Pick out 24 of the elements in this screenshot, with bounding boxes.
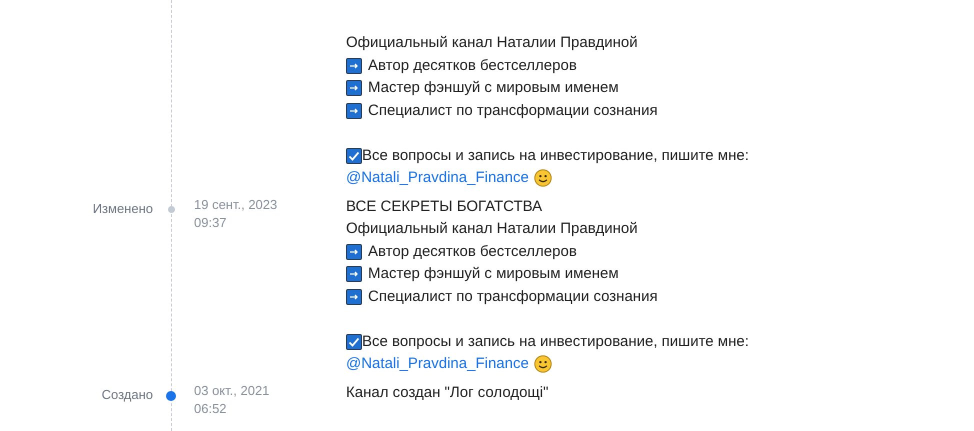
description-text: ВСЕ СЕКРЕТЫ БОГАТСТВА: [346, 196, 542, 216]
description-text: Специалист по трансформации сознания: [368, 100, 658, 120]
description-text: Канал создан "Лог солодощі": [346, 382, 548, 402]
event-date: 03 окт., 2021: [194, 382, 270, 400]
description-text: Все вопросы и запись на инвестирование, пишите мне:: [362, 332, 749, 352]
smiley-icon: [534, 169, 552, 188]
description-text: Все вопросы и запись на инвестирование, пишите мне:: [362, 146, 749, 166]
description-text: Официальный канал Наталии Правдиной: [346, 219, 638, 239]
description-text: Мастер фэншуй с мировым именем: [368, 78, 619, 98]
username-link[interactable]: @Natali_Pravdina_Finance: [346, 353, 529, 376]
description-text: Специалист по трансформации сознания: [368, 286, 658, 306]
event-time: 06:52: [194, 400, 228, 418]
description-text: Автор десятков бестселлеров: [368, 56, 577, 76]
event-label: Создано: [102, 386, 153, 402]
description-text: Автор десятков бестселлеров: [368, 242, 577, 262]
description-text: Официальный канал Наталии Правдиной: [346, 33, 638, 53]
checkmark-icon: [346, 334, 362, 350]
username-link[interactable]: @Natali_Pravdina_Finance: [346, 167, 529, 190]
event-label: Изменено: [92, 200, 153, 216]
event-time: 09:37: [194, 214, 228, 232]
event-date: 19 сент., 2023: [194, 196, 278, 214]
smiley-icon: [534, 355, 552, 374]
checkmark-icon: [346, 148, 362, 164]
description-text: Мастер фэншуй с мировым именем: [368, 264, 619, 284]
